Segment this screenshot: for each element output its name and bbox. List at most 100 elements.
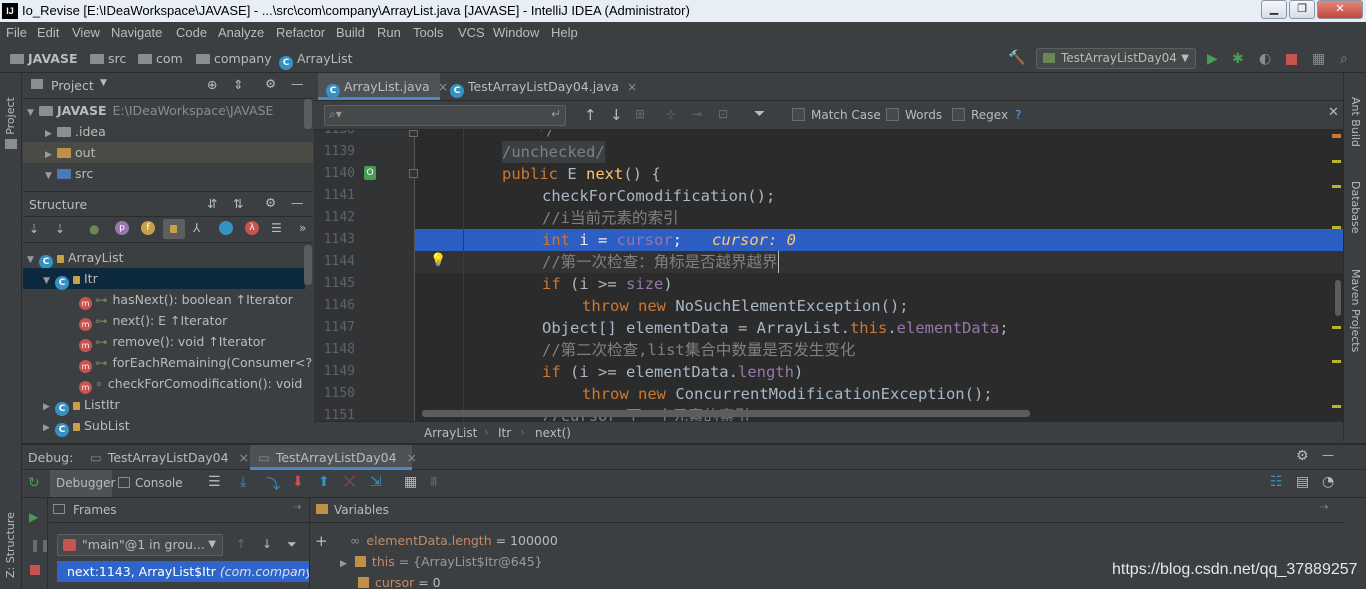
- menu-refactor[interactable]: Refactor: [276, 25, 325, 40]
- select-all-icon[interactable]: ⊡: [718, 107, 728, 121]
- resume-icon[interactable]: ▶: [29, 510, 38, 524]
- more-icon[interactable]: »: [299, 221, 306, 235]
- breadcrumb-company[interactable]: company: [196, 51, 272, 66]
- collapse-icon[interactable]: ⇕: [233, 77, 243, 92]
- menu-view[interactable]: View: [72, 25, 100, 40]
- pin-icon[interactable]: ⇢: [293, 502, 301, 513]
- run-to-cursor-icon[interactable]: ⇲: [370, 474, 382, 490]
- words-checkbox[interactable]: Words: [886, 108, 942, 122]
- implements-gutter-icon[interactable]: O: [364, 166, 376, 180]
- menu-edit[interactable]: Edit: [37, 25, 59, 40]
- intention-bulb-icon[interactable]: 💡: [430, 253, 446, 268]
- capture-icon[interactable]: ◔: [1322, 474, 1334, 490]
- variable-row[interactable]: cursor = 0: [358, 572, 441, 589]
- rerun-icon[interactable]: ↻: [28, 475, 40, 491]
- show-non-public-toggle[interactable]: [163, 219, 185, 239]
- structure-item[interactable]: m ⊶ next(): E ↑Iterator: [79, 310, 227, 331]
- structure-item[interactable]: ▶ C SubList: [43, 415, 130, 437]
- show-execution-point-icon[interactable]: ⤓: [240, 474, 246, 490]
- error-stripe-mark[interactable]: [1332, 226, 1341, 229]
- close-window-icon[interactable]: ✕: [1317, 0, 1363, 19]
- show-fields-icon[interactable]: f: [141, 221, 155, 235]
- thread-select[interactable]: "main"@1 in grou... ▼: [57, 534, 223, 556]
- gear-icon[interactable]: ⚙: [265, 195, 276, 210]
- structure-item-selected[interactable]: ▼ C Itr: [23, 268, 305, 290]
- fold-marker-icon[interactable]: [409, 169, 418, 178]
- gear-icon[interactable]: ⚙: [1296, 448, 1309, 464]
- horizontal-scrollbar[interactable]: [422, 410, 1030, 417]
- find-all-icon[interactable]: ⊞: [635, 107, 645, 121]
- stop-icon[interactable]: [30, 565, 40, 575]
- menu-file[interactable]: File: [6, 25, 27, 40]
- menu-run[interactable]: Run: [377, 25, 401, 40]
- evaluate-expression-icon[interactable]: ▦: [404, 474, 417, 490]
- hide-icon[interactable]: —: [291, 76, 304, 91]
- coverage-icon[interactable]: ◐: [1259, 51, 1271, 67]
- menu-build[interactable]: Build: [336, 25, 365, 40]
- error-stripe-mark[interactable]: [1332, 185, 1341, 188]
- remove-selection-icon[interactable]: ⊸: [692, 107, 702, 121]
- editor-crumb-class[interactable]: ArrayList: [424, 426, 477, 440]
- sort-alpha-icon[interactable]: ⇣: [55, 222, 65, 236]
- structure-scrollbar[interactable]: [304, 245, 312, 285]
- error-stripe-mark[interactable]: [1332, 405, 1341, 408]
- hide-icon[interactable]: —: [291, 195, 304, 210]
- structure-item[interactable]: ▼ C ArrayList: [27, 247, 124, 269]
- memory-view-icon[interactable]: ▤: [1296, 474, 1309, 490]
- hide-icon[interactable]: —: [1322, 448, 1334, 462]
- previous-occurrence-icon[interactable]: ↑: [584, 106, 597, 124]
- sort-by-type-icon[interactable]: ⇣: [29, 222, 39, 236]
- lambdas-icon[interactable]: λ: [245, 221, 259, 235]
- debug-session-tab-active[interactable]: ▭ TestArrayListDay04 ×: [250, 445, 417, 470]
- gear-icon[interactable]: ⚙: [265, 76, 276, 91]
- code-editor[interactable]: 1138 1139 1140 1141 1142 1143 1144 1145 …: [314, 130, 1343, 421]
- pause-icon[interactable]: ❚❚: [30, 538, 50, 552]
- new-line-icon[interactable]: ↵: [551, 107, 561, 121]
- tree-item-root[interactable]: ▼ JAVASE E:\IDeaWorkspace\JAVASE: [27, 100, 273, 121]
- target-icon[interactable]: ⊕: [207, 77, 217, 92]
- menu-help[interactable]: Help: [551, 25, 578, 40]
- vertical-scrollbar[interactable]: [1335, 280, 1341, 316]
- error-stripe-mark[interactable]: [1332, 360, 1341, 363]
- menu-navigate[interactable]: Navigate: [111, 25, 162, 40]
- step-into-icon[interactable]: ⬇: [292, 474, 304, 490]
- build-hammer-icon[interactable]: 🔨: [1008, 50, 1025, 66]
- close-tab-icon[interactable]: ×: [627, 79, 637, 94]
- next-frame-icon[interactable]: ↓: [262, 537, 272, 551]
- filter-icon[interactable]: ⏷: [754, 106, 765, 122]
- fold-marker-icon[interactable]: [409, 130, 418, 137]
- anonymous-classes-icon[interactable]: [219, 221, 233, 235]
- debug-bug-icon[interactable]: ✱: [1232, 51, 1244, 67]
- debug-session-tab[interactable]: ▭ TestArrayListDay04 ×: [90, 445, 249, 470]
- frame-list-item-selected[interactable]: next:1143, ArrayList$Itr (com.company): [57, 561, 309, 582]
- restore-layout-icon[interactable]: ☷: [1270, 474, 1283, 490]
- breadcrumb-com[interactable]: com: [138, 51, 183, 66]
- breadcrumb-project[interactable]: JAVASE: [10, 51, 78, 66]
- breadcrumb-class[interactable]: C ArrayList: [279, 51, 353, 70]
- tree-item-out[interactable]: ▶ out: [23, 142, 313, 163]
- breadcrumb-src[interactable]: src: [90, 51, 126, 66]
- menu-code[interactable]: Code: [176, 25, 207, 40]
- error-stripe-mark[interactable]: [1332, 326, 1341, 329]
- structure-tool-button[interactable]: Z: Structure: [4, 493, 17, 578]
- menu-vcs[interactable]: VCS: [458, 25, 485, 40]
- add-watch-icon[interactable]: +: [315, 532, 328, 550]
- structure-item[interactable]: ▶ C ListItr: [43, 394, 120, 416]
- structure-item[interactable]: m ⊶ remove(): void ↑Iterator: [79, 331, 266, 352]
- filter-icon[interactable]: ⏷: [287, 537, 297, 552]
- menu-tools[interactable]: Tools: [413, 25, 443, 40]
- next-occurrence-icon[interactable]: ↓: [610, 106, 623, 124]
- pin-icon[interactable]: ⇢: [1320, 502, 1328, 513]
- step-out-icon[interactable]: ⬆: [318, 474, 330, 490]
- regex-help-link[interactable]: ?: [1015, 108, 1021, 122]
- show-inherited-icon[interactable]: ●: [89, 222, 99, 236]
- error-stripe-mark[interactable]: [1332, 160, 1341, 163]
- minimize-icon[interactable]: ▁: [1261, 0, 1287, 19]
- project-scrollbar[interactable]: [304, 99, 312, 129]
- close-tab-icon[interactable]: ×: [407, 450, 417, 465]
- step-over-icon[interactable]: ⤵: [266, 474, 280, 494]
- search-input[interactable]: ⌕▾ ↵: [324, 105, 566, 126]
- stop-icon[interactable]: [1286, 54, 1297, 65]
- structure-item[interactable]: m ∘ checkForComodification(): void: [79, 373, 302, 394]
- layout-icon[interactable]: ☰: [208, 474, 221, 490]
